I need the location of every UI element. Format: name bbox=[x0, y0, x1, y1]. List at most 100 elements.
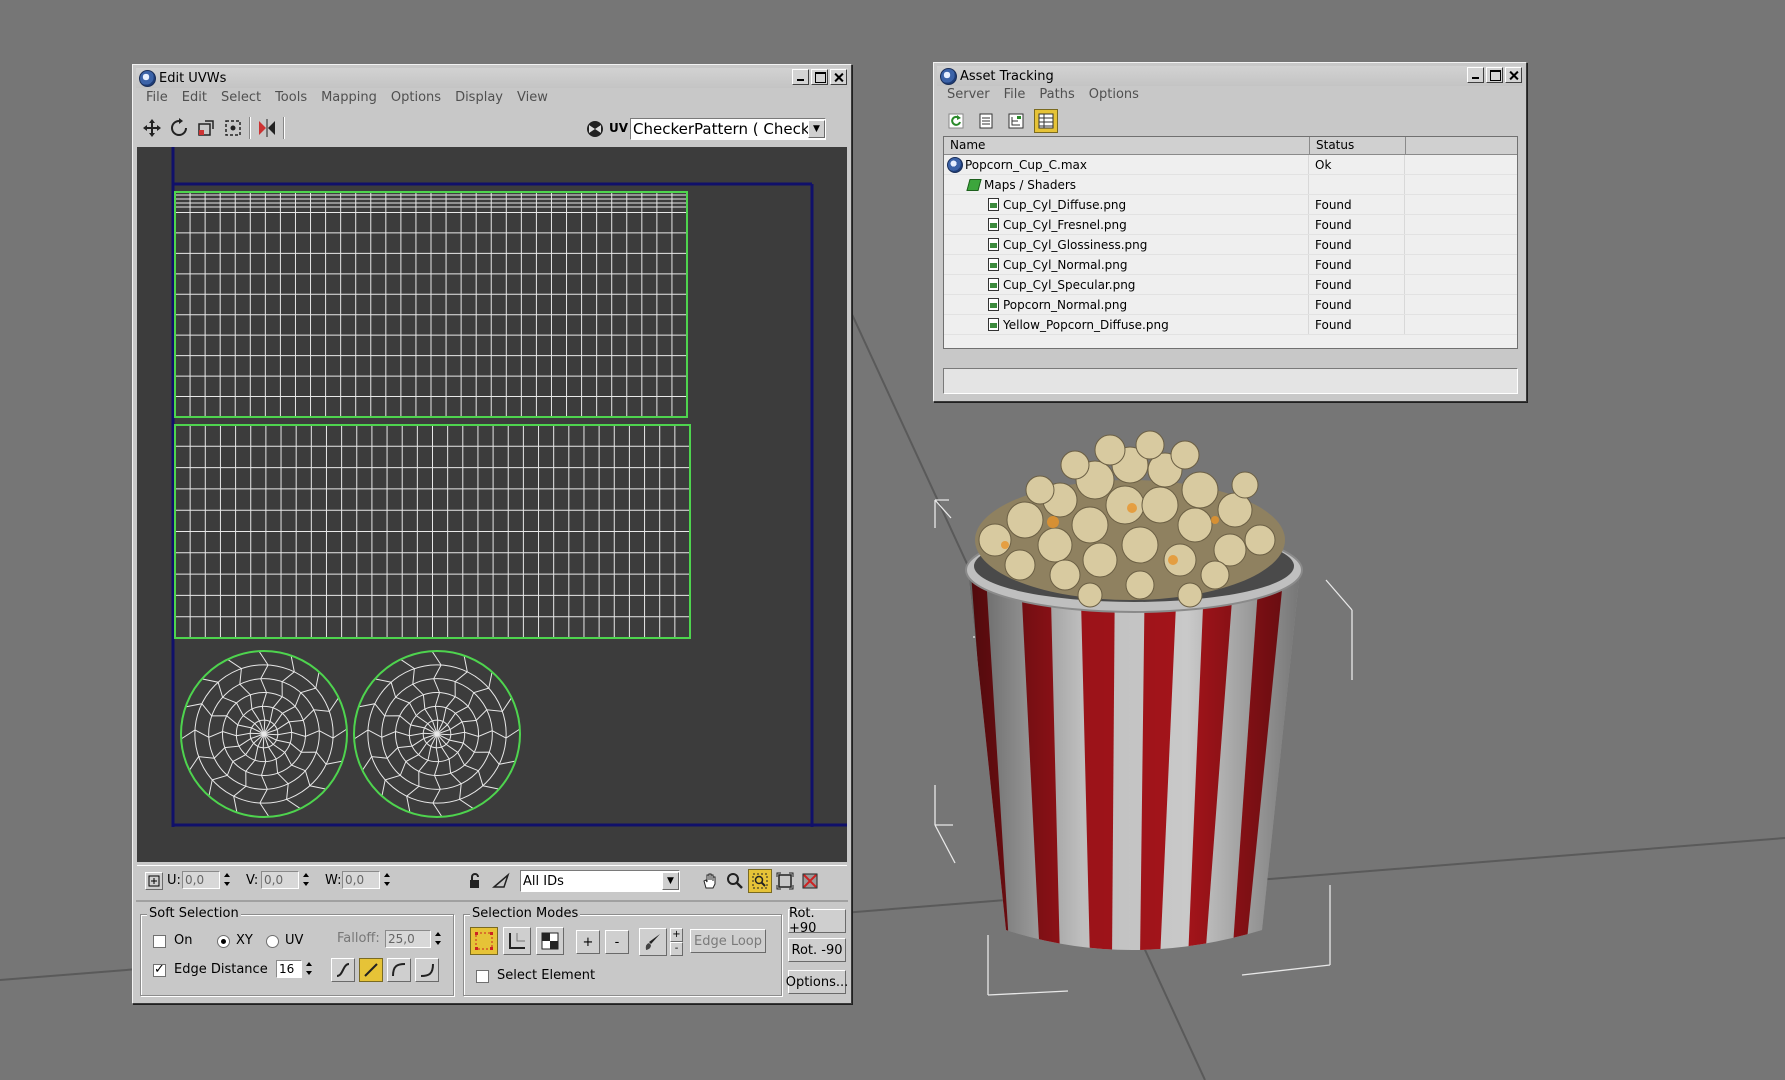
menu-file[interactable]: File bbox=[997, 86, 1033, 103]
menu-display[interactable]: Display bbox=[448, 89, 510, 106]
falloff-spinner[interactable]: 25,0 bbox=[385, 930, 444, 948]
popcorn-pile bbox=[975, 430, 1285, 608]
file-status: Found bbox=[1309, 275, 1405, 294]
uv-canvas[interactable] bbox=[137, 147, 847, 862]
edge-distance-checkbox[interactable] bbox=[153, 962, 166, 977]
u-spinner[interactable]: 0,0 bbox=[182, 871, 233, 889]
rotate-plus-90-button[interactable]: Rot. +90 bbox=[788, 906, 846, 936]
edit-uvws-titlebar[interactable]: Edit UVWs bbox=[136, 68, 848, 88]
3dsmax-app-icon bbox=[139, 69, 156, 87]
asset-row-folder[interactable]: Maps / Shaders bbox=[944, 175, 1517, 195]
menu-tools[interactable]: Tools bbox=[268, 89, 314, 106]
ids-dropdown-value: All IDs bbox=[523, 873, 564, 889]
falloff-linear-icon[interactable] bbox=[359, 958, 383, 982]
minimize-button[interactable] bbox=[792, 69, 809, 85]
asset-path-field[interactable] bbox=[943, 368, 1518, 394]
menu-view[interactable]: View bbox=[510, 89, 555, 106]
uv-radio[interactable] bbox=[266, 935, 279, 948]
falloff-value[interactable]: 25,0 bbox=[385, 930, 431, 948]
column-status[interactable]: Status bbox=[1310, 137, 1406, 154]
refresh-icon[interactable] bbox=[944, 109, 968, 133]
checker-map-icon[interactable] bbox=[583, 117, 607, 141]
asset-row-file[interactable]: Popcorn_Normal.png Found bbox=[944, 295, 1517, 315]
asset-row-file[interactable]: Cup_Cyl_Fresnel.png Found bbox=[944, 215, 1517, 235]
edge-distance-value[interactable]: 16 bbox=[276, 960, 302, 978]
file-name: Cup_Cyl_Normal.png bbox=[1003, 257, 1128, 272]
paint-select-icon[interactable] bbox=[639, 928, 667, 956]
menu-mapping[interactable]: Mapping bbox=[314, 89, 384, 106]
lock-icon[interactable] bbox=[464, 869, 488, 893]
zoom-icon[interactable] bbox=[723, 869, 747, 893]
brush-size-spinner[interactable]: + - bbox=[670, 928, 683, 956]
u-value[interactable]: 0,0 bbox=[182, 871, 220, 889]
asset-row-file[interactable]: Cup_Cyl_Diffuse.png Found bbox=[944, 195, 1517, 215]
maximize-button[interactable] bbox=[1486, 67, 1503, 83]
asset-row-file[interactable]: Cup_Cyl_Specular.png Found bbox=[944, 275, 1517, 295]
select-element-checkbox[interactable] bbox=[476, 970, 489, 983]
soft-selection-on-checkbox[interactable] bbox=[153, 935, 166, 948]
absolute-relative-toggle[interactable] bbox=[145, 872, 163, 890]
xy-radio[interactable] bbox=[217, 935, 230, 948]
rotate-icon[interactable] bbox=[167, 116, 191, 140]
uv-coordinate-bar: U: 0,0 V: 0,0 W: 0,0 All IDs ▼ bbox=[137, 865, 847, 895]
mirror-icon[interactable] bbox=[255, 116, 279, 140]
v-value[interactable]: 0,0 bbox=[261, 871, 299, 889]
menu-paths[interactable]: Paths bbox=[1032, 86, 1081, 103]
edge-loop-button[interactable]: Edge Loop bbox=[690, 929, 766, 953]
brush-size-up[interactable]: + bbox=[670, 928, 683, 942]
freeform-icon[interactable] bbox=[221, 116, 245, 140]
v-spinner[interactable]: 0,0 bbox=[261, 871, 312, 889]
file-name: Cup_Cyl_Diffuse.png bbox=[1003, 197, 1127, 212]
falloff-slow-out-icon[interactable] bbox=[387, 958, 411, 982]
move-icon[interactable] bbox=[140, 116, 164, 140]
shrink-selection-button[interactable]: - bbox=[605, 930, 629, 954]
map-dropdown[interactable]: CheckerPattern ( Checke ▼ bbox=[630, 118, 826, 140]
grow-selection-button[interactable]: + bbox=[576, 930, 600, 954]
show-map-icon[interactable] bbox=[798, 869, 822, 893]
column-name[interactable]: Name bbox=[944, 137, 1310, 154]
edge-distance-spinner[interactable]: 16 bbox=[276, 960, 315, 978]
face-mode-icon[interactable] bbox=[536, 927, 564, 955]
menu-options[interactable]: Options bbox=[384, 89, 448, 106]
options-button[interactable]: Options... bbox=[786, 970, 848, 994]
table-view-icon[interactable] bbox=[1034, 109, 1058, 133]
asset-row-file[interactable]: Cup_Cyl_Glossiness.png Found bbox=[944, 235, 1517, 255]
falloff-smooth-icon[interactable] bbox=[331, 958, 355, 982]
menu-server[interactable]: Server bbox=[940, 86, 997, 103]
selection-modes-group: Selection Modes + - + - Edge Loop Select… bbox=[463, 906, 782, 996]
asset-row-file[interactable]: Cup_Cyl_Normal.png Found bbox=[944, 255, 1517, 275]
w-value[interactable]: 0,0 bbox=[342, 871, 380, 889]
edge-mode-icon[interactable] bbox=[503, 927, 531, 955]
minimize-button[interactable] bbox=[1467, 67, 1484, 83]
menu-file[interactable]: File bbox=[139, 89, 175, 106]
list-view-icon[interactable] bbox=[974, 109, 998, 133]
close-button[interactable] bbox=[1505, 67, 1522, 83]
file-status: Found bbox=[1309, 195, 1405, 214]
close-button[interactable] bbox=[830, 69, 847, 85]
v-label: V: bbox=[246, 873, 259, 888]
rotate-minus-90-button[interactable]: Rot. -90 bbox=[788, 938, 846, 962]
asset-row-file[interactable]: Yellow_Popcorn_Diffuse.png Found bbox=[944, 315, 1517, 335]
falloff-fast-out-icon[interactable] bbox=[415, 958, 439, 982]
w-label: W: bbox=[325, 873, 342, 888]
asset-tracking-titlebar[interactable]: Asset Tracking bbox=[937, 66, 1523, 86]
menu-select[interactable]: Select bbox=[214, 89, 268, 106]
tree-view-icon[interactable] bbox=[1004, 109, 1028, 133]
menu-edit[interactable]: Edit bbox=[175, 89, 214, 106]
pan-hand-icon[interactable] bbox=[698, 869, 722, 893]
falloff-label: Falloff: bbox=[337, 931, 380, 946]
ids-dropdown[interactable]: All IDs ▼ bbox=[520, 870, 680, 892]
asset-list[interactable]: Name Status Popcorn_Cup_C.max Ok Maps / … bbox=[943, 136, 1518, 349]
popcorn-cup[interactable] bbox=[960, 560, 1310, 960]
filter-icon[interactable] bbox=[489, 869, 513, 893]
zoom-extents-icon[interactable] bbox=[773, 869, 797, 893]
vertex-mode-icon[interactable] bbox=[470, 927, 498, 955]
zoom-region-icon[interactable] bbox=[748, 869, 772, 893]
scale-icon[interactable] bbox=[194, 116, 218, 140]
w-spinner[interactable]: 0,0 bbox=[342, 871, 393, 889]
menu-options[interactable]: Options bbox=[1082, 86, 1146, 103]
asset-row-root[interactable]: Popcorn_Cup_C.max Ok bbox=[944, 155, 1517, 175]
image-file-icon bbox=[988, 318, 999, 331]
brush-size-down[interactable]: - bbox=[670, 942, 683, 956]
maximize-button[interactable] bbox=[811, 69, 828, 85]
